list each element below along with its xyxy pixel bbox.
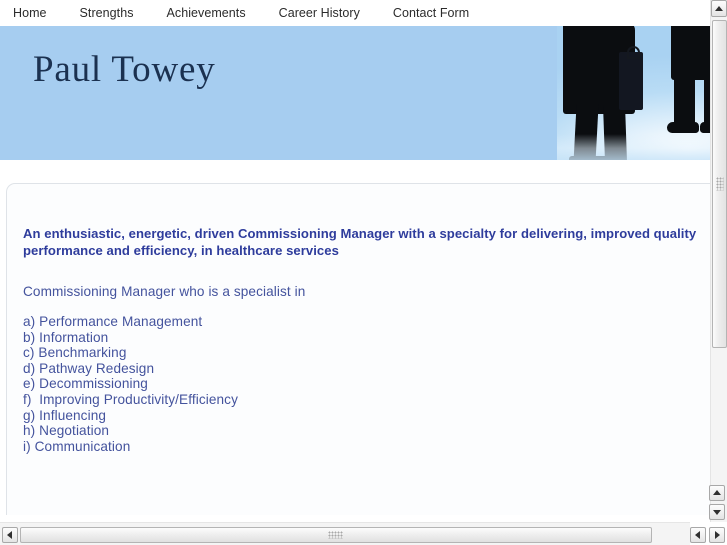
- person-silhouette-icon: [667, 122, 699, 133]
- corner-scroll-left-button[interactable]: [690, 527, 706, 543]
- nav-item-contact-form[interactable]: Contact Form: [393, 6, 469, 20]
- banner-photo: [557, 26, 710, 160]
- lead-paragraph: An enthusiastic, energetic, driven Commi…: [23, 226, 697, 259]
- list-item: g) Influencing: [23, 407, 107, 423]
- person-silhouette-icon: [674, 76, 695, 126]
- triangle-down-icon: [713, 510, 721, 515]
- scrollbar-corner-cluster: [690, 485, 727, 545]
- scrollbar-grip-icon: [716, 177, 723, 191]
- vertical-scrollbar[interactable]: [710, 0, 727, 522]
- list-item: h) Negotiation: [23, 423, 110, 439]
- site-banner: Paul Towey: [0, 26, 710, 160]
- list-item: f) Improving Productivity/Efficiency: [23, 392, 238, 408]
- scrollbar-grip-icon: [328, 531, 344, 539]
- corner-scroll-up-button[interactable]: [709, 485, 725, 501]
- scroll-up-button[interactable]: [711, 0, 727, 17]
- nav-item-career-history[interactable]: Career History: [279, 6, 360, 20]
- page-root: Home Strengths Achievements Career Histo…: [0, 0, 710, 515]
- vertical-scrollbar-thumb[interactable]: [712, 20, 727, 348]
- list-item: d) Pathway Redesign: [23, 360, 155, 376]
- list-item: c) Benchmarking: [23, 345, 127, 361]
- list-item: e) Decommissioning: [23, 376, 148, 392]
- site-title: Paul Towey: [33, 49, 216, 90]
- nav-item-home[interactable]: Home: [13, 6, 47, 20]
- triangle-left-icon: [695, 531, 700, 539]
- briefcase-icon: [619, 52, 643, 110]
- person-silhouette-icon: [700, 122, 710, 133]
- main-navigation: Home Strengths Achievements Career Histo…: [0, 0, 710, 26]
- banner-content-gap: [0, 160, 710, 183]
- corner-scroll-down-button[interactable]: [709, 504, 725, 520]
- photo-ground-gradient: [557, 134, 710, 160]
- nav-item-achievements[interactable]: Achievements: [167, 6, 246, 20]
- browser-viewport: Home Strengths Achievements Career Histo…: [0, 0, 710, 522]
- horizontal-scrollbar-thumb[interactable]: [20, 527, 652, 543]
- triangle-right-icon: [715, 531, 720, 539]
- corner-scroll-right-button[interactable]: [709, 527, 725, 543]
- list-item: a) Performance Management: [23, 314, 203, 330]
- content-panel: An enthusiastic, energetic, driven Commi…: [6, 183, 710, 515]
- triangle-left-icon: [7, 531, 12, 539]
- triangle-up-icon: [713, 490, 721, 495]
- list-item: b) Information: [23, 329, 109, 345]
- list-item: i) Communication: [23, 438, 131, 454]
- horizontal-scrollbar[interactable]: [0, 522, 690, 545]
- triangle-up-icon: [715, 5, 723, 11]
- scroll-left-button[interactable]: [2, 527, 18, 543]
- sub-heading: Commissioning Manager who is a specialis…: [23, 284, 306, 300]
- briefcase-handle-icon: [627, 46, 640, 59]
- specialty-list: a) Performance Management b) Information…: [23, 314, 710, 454]
- nav-item-strengths[interactable]: Strengths: [80, 6, 134, 20]
- person-silhouette-icon: [671, 26, 710, 80]
